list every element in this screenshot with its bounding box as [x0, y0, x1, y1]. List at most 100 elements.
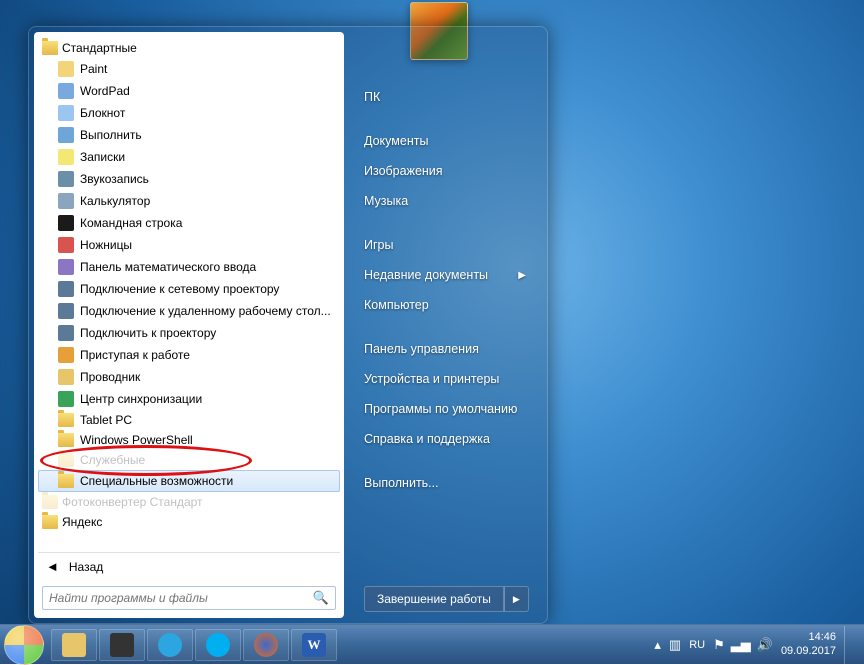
- program-list[interactable]: Стандартные Paint WordPad Блокнот Выполнить…: [38, 38, 340, 552]
- program-item[interactable]: Звукозапись: [38, 168, 340, 190]
- app-icon: [58, 149, 74, 165]
- app-icon: [58, 127, 74, 143]
- taskbar-skype[interactable]: [195, 629, 241, 661]
- tray-network-icon[interactable]: ▃▅: [731, 637, 751, 653]
- program-item[interactable]: Подключить к проектору: [38, 322, 340, 344]
- program-item[interactable]: Блокнот: [38, 102, 340, 124]
- tray-app-icon[interactable]: ▥: [669, 637, 681, 653]
- program-item[interactable]: Выполнить: [38, 124, 340, 146]
- program-label: Панель математического ввода: [80, 260, 256, 274]
- back-label: Назад: [69, 560, 103, 574]
- program-label: Подключение к удаленному рабочему стол..…: [80, 304, 331, 318]
- program-item[interactable]: Подключение к сетевому проектору: [38, 278, 340, 300]
- taskbar-firefox[interactable]: [243, 629, 289, 661]
- program-label: Ножницы: [80, 238, 132, 252]
- back-arrow-icon: ◄: [46, 559, 59, 574]
- program-label: Проводник: [80, 370, 140, 384]
- right-pane-item[interactable]: Устройства и принтеры: [358, 364, 542, 394]
- right-item-label: Программы по умолчанию: [364, 402, 517, 416]
- right-pane-item[interactable]: ПК: [358, 82, 542, 112]
- program-item[interactable]: Панель математического ввода: [38, 256, 340, 278]
- app-icon: [58, 347, 74, 363]
- program-item[interactable]: Ножницы: [38, 234, 340, 256]
- folder-icon: [42, 41, 58, 55]
- taskbar-word[interactable]: W: [291, 629, 337, 661]
- tray-volume-icon[interactable]: 🔊: [757, 637, 773, 653]
- right-pane-item[interactable]: Недавние документы▶: [358, 260, 542, 290]
- subfolder-label: Windows PowerShell: [80, 433, 193, 447]
- subfolder-accessibility[interactable]: Специальные возможности: [38, 470, 340, 492]
- search-icon: 🔍: [313, 590, 329, 606]
- clock-time: 14:46: [781, 631, 836, 644]
- right-pane-item[interactable]: Документы: [358, 126, 542, 156]
- program-item[interactable]: WordPad: [38, 80, 340, 102]
- program-label: Выполнить: [80, 128, 142, 142]
- folder-label: Фотоконвертер Стандарт: [62, 495, 203, 509]
- taskbar-explorer[interactable]: [51, 629, 97, 661]
- folder-item[interactable]: Фотоконвертер Стандарт: [38, 492, 340, 512]
- taskbar-app-1[interactable]: [99, 629, 145, 661]
- folder-icon: [42, 495, 58, 509]
- subfolder-item[interactable]: Служебные: [38, 450, 340, 470]
- app-icon: [58, 391, 74, 407]
- program-label: Приступая к работе: [80, 348, 190, 362]
- program-item[interactable]: Подключение к удаленному рабочему стол..…: [38, 300, 340, 322]
- program-label: Подключение к сетевому проектору: [80, 282, 279, 296]
- right-pane-item[interactable]: Игры: [358, 230, 542, 260]
- tray-flag-icon[interactable]: ⚑: [713, 637, 725, 653]
- folder-standard[interactable]: Стандартные: [38, 38, 340, 58]
- program-item[interactable]: Приступая к работе: [38, 344, 340, 366]
- program-label: Записки: [80, 150, 125, 164]
- start-menu-left-pane: Стандартные Paint WordPad Блокнот Выполнить…: [34, 32, 344, 618]
- right-pane-item[interactable]: Панель управления: [358, 334, 542, 364]
- app-icon: [58, 237, 74, 253]
- right-pane-item[interactable]: Компьютер: [358, 290, 542, 320]
- right-pane-item[interactable]: Музыка: [358, 186, 542, 216]
- search-box[interactable]: 🔍: [42, 586, 336, 610]
- language-indicator[interactable]: RU: [689, 639, 705, 651]
- program-label: Блокнот: [80, 106, 125, 120]
- taskbar: W ▴ ▥ RU ⚑ ▃▅ 🔊 14:46 09.09.2017: [0, 624, 864, 664]
- submenu-arrow-icon: ▶: [518, 270, 526, 281]
- right-pane-item[interactable]: Справка и поддержка: [358, 424, 542, 454]
- tray-chevron-icon[interactable]: ▴: [654, 637, 661, 653]
- subfolder-item[interactable]: Tablet PC: [38, 410, 340, 430]
- start-button[interactable]: [4, 625, 44, 665]
- shutdown-options-arrow[interactable]: ▶: [504, 586, 529, 612]
- back-button[interactable]: ◄ Назад: [38, 552, 340, 580]
- folder-icon: [58, 433, 74, 447]
- program-item[interactable]: Paint: [38, 58, 340, 80]
- app-icon: [58, 215, 74, 231]
- subfolder-label: Специальные возможности: [80, 474, 233, 488]
- right-item-label: Документы: [364, 134, 428, 148]
- folder-item[interactable]: Яндекс: [38, 512, 340, 532]
- taskbar-telegram[interactable]: [147, 629, 193, 661]
- folder-label: Стандартные: [62, 41, 137, 55]
- right-item-label: ПК: [364, 90, 380, 104]
- program-label: Звукозапись: [80, 172, 149, 186]
- right-pane-item[interactable]: Изображения: [358, 156, 542, 186]
- search-input[interactable]: [49, 591, 313, 605]
- right-item-label: Музыка: [364, 194, 408, 208]
- program-item[interactable]: Командная строка: [38, 212, 340, 234]
- right-pane-item[interactable]: Программы по умолчанию: [358, 394, 542, 424]
- program-item[interactable]: Записки: [38, 146, 340, 168]
- subfolder-item[interactable]: Windows PowerShell: [38, 430, 340, 450]
- program-item[interactable]: Калькулятор: [38, 190, 340, 212]
- app-icon: [58, 193, 74, 209]
- subfolder-label: Служебные: [80, 453, 145, 467]
- start-menu-right-pane: ПК Документы Изображения Музыка Игры Недавние…: [344, 32, 542, 618]
- right-pane-item[interactable]: Выполнить...: [358, 468, 542, 498]
- program-label: Paint: [80, 62, 107, 76]
- program-label: Центр синхронизации: [80, 392, 202, 406]
- app-icon: [58, 61, 74, 77]
- clock[interactable]: 14:46 09.09.2017: [781, 631, 836, 657]
- program-item[interactable]: Проводник: [38, 366, 340, 388]
- app-icon: [58, 105, 74, 121]
- show-desktop-button[interactable]: [844, 626, 854, 664]
- shutdown-button[interactable]: Завершение работы: [364, 586, 504, 612]
- app-icon: [58, 303, 74, 319]
- app-icon: [58, 171, 74, 187]
- program-item[interactable]: Центр синхронизации: [38, 388, 340, 410]
- right-item-label: Игры: [364, 238, 393, 252]
